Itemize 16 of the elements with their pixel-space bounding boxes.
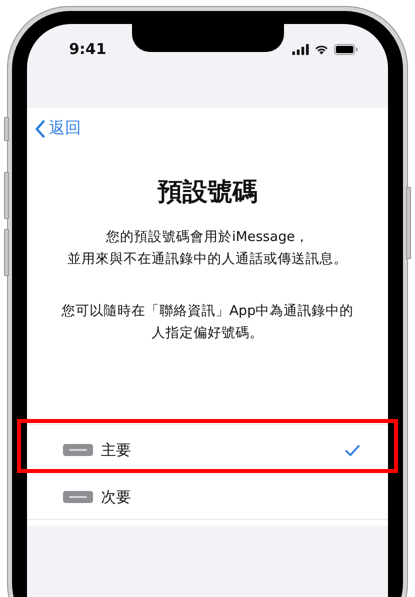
- chevron-left-icon: [35, 120, 45, 138]
- battery-icon: [334, 44, 358, 54]
- signal-icon: [292, 44, 309, 54]
- status-time: 9:41: [69, 40, 106, 58]
- description-text: 人指定偏好號碼。: [152, 324, 264, 343]
- back-button[interactable]: 返回: [27, 118, 81, 139]
- sim-badge-icon: [63, 491, 93, 503]
- description-text: 並用來與不在通訊錄中的人通話或傳送訊息。: [68, 250, 348, 269]
- checkmark-icon: [345, 444, 360, 456]
- number-option[interactable]: 主要: [27, 425, 388, 475]
- number-option[interactable]: 次要: [27, 475, 388, 519]
- page-title: 預設號碼: [158, 176, 258, 208]
- wifi-icon: [314, 44, 329, 54]
- description-text: 您的預設號碼會用於iMessage，: [106, 228, 309, 247]
- description-text: 您可以隨時在「聯絡資訊」App中為通訊錄中的: [61, 302, 354, 321]
- sim-badge-icon: [63, 444, 93, 456]
